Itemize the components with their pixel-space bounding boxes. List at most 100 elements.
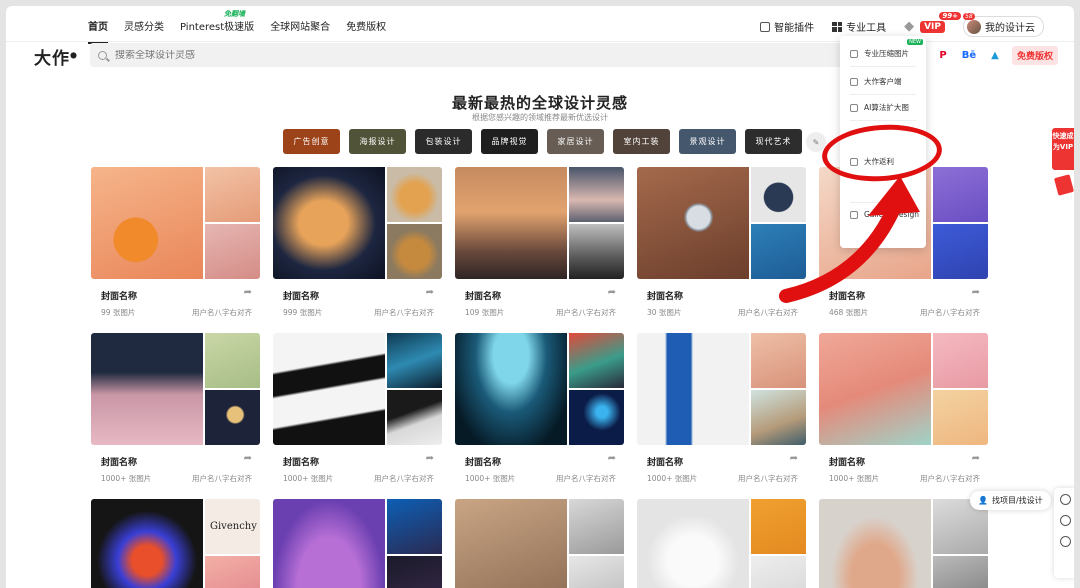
collection-card[interactable]: [455, 499, 624, 588]
logo[interactable]: 大作●: [34, 44, 78, 69]
card-thumbnails: [819, 499, 988, 588]
share-icon[interactable]: ➦: [426, 287, 434, 298]
collection-card[interactable]: [819, 499, 988, 588]
card-title: 封面名称: [647, 292, 684, 302]
share-icon[interactable]: ➦: [608, 453, 616, 464]
collection-card[interactable]: [637, 499, 806, 588]
card-title: 封面名称: [465, 292, 502, 302]
category-pill[interactable]: 品牌视觉: [481, 129, 538, 154]
collection-card[interactable]: 封面名称 ➦ 1000+ 张图片 用户名八字右对齐: [819, 333, 988, 483]
thumbnail-image: [751, 390, 806, 445]
collection-card[interactable]: 封面名称 ➦ 1000+ 张图片 用户名八字右对齐: [273, 333, 442, 483]
free-copyright-button[interactable]: 免费版权: [1012, 46, 1059, 65]
vip-button[interactable]: ◆ VIP 99+: [904, 11, 961, 34]
search-bar[interactable]: [90, 43, 850, 67]
artstation-icon[interactable]: ▲: [986, 48, 1004, 64]
card-thumbnails: Givenchy: [91, 499, 260, 588]
main-menu: 首页 灵感分类 Pinterest极速版 免翻墙 全球网站聚合 免费版权: [88, 10, 386, 44]
thumbnail-image: [91, 333, 203, 445]
quick-vip-button[interactable]: 快速成为VIP: [1052, 128, 1074, 170]
collection-card[interactable]: Givenchy: [91, 499, 260, 588]
card-title: 封面名称: [283, 458, 320, 468]
collection-card[interactable]: 封面名称 ➦ 999 张图片 用户名八字右对齐: [273, 167, 442, 317]
card-image-count: 30 张图片: [647, 308, 682, 317]
pro-tools-menu[interactable]: 专业工具: [832, 19, 886, 34]
user-search-icon[interactable]: [1059, 494, 1071, 505]
card-image-count: 468 张图片: [829, 308, 869, 317]
collection-card[interactable]: 封面名称 ➦ 1000+ 张图片 用户名八字右对齐: [637, 333, 806, 483]
nav-global-sites[interactable]: 全球网站聚合: [270, 18, 330, 33]
collection-card[interactable]: 封面名称 ➦ 1000+ 张图片 用户名八字右对齐: [91, 333, 260, 483]
category-pill[interactable]: 广告创意: [283, 129, 340, 154]
support-icon[interactable]: [1059, 515, 1071, 526]
nav-home[interactable]: 首页: [88, 18, 108, 44]
thumbnail-image: [387, 333, 442, 388]
card-thumbnails: [637, 333, 806, 445]
category-pill[interactable]: 室内工装: [613, 129, 670, 154]
category-pill[interactable]: 现代艺术: [745, 129, 802, 154]
behance-icon[interactable]: Bē: [960, 48, 978, 64]
search-icon: [98, 50, 107, 60]
share-icon[interactable]: ➦: [972, 287, 980, 298]
nav-pinterest[interactable]: Pinterest极速版 免翻墙: [180, 10, 255, 33]
thumbnail-image: [751, 499, 806, 554]
my-design-cloud-button[interactable]: 58 我的设计云: [963, 12, 1044, 37]
free-tag: 免翻墙: [224, 10, 245, 18]
card-username: 用户名八字右对齐: [374, 308, 434, 317]
my-design-label: 我的设计云: [985, 23, 1035, 34]
compass-icon[interactable]: [1059, 536, 1071, 547]
collection-card[interactable]: 封面名称 ➦ 1000+ 张图片 用户名八字右对齐: [455, 333, 624, 483]
card-username: 用户名八字右对齐: [920, 474, 980, 483]
card-username: 用户名八字右对齐: [192, 474, 252, 483]
thumbnail-image: [819, 333, 931, 445]
red-envelope-icon[interactable]: [1053, 174, 1074, 196]
menu-item-client[interactable]: 大作客户端: [850, 76, 902, 87]
category-pill[interactable]: 海报设计: [349, 129, 406, 154]
category-pill[interactable]: 包装设计: [415, 129, 472, 154]
thumbnail-image: [637, 499, 749, 588]
user-menu: 智能插件 专业工具 ◆ VIP 99+ 58 我的设计云: [760, 11, 1044, 37]
smart-plugin-link[interactable]: 智能插件: [760, 19, 814, 34]
share-icon[interactable]: ➦: [790, 453, 798, 464]
card-title: 封面名称: [101, 458, 138, 468]
card-image-count: 1000+ 张图片: [465, 474, 516, 483]
nav-inspiration-categories[interactable]: 灵感分类: [124, 18, 164, 33]
card-image-count: 1000+ 张图片: [101, 474, 152, 483]
thumbnail-image: [91, 167, 203, 279]
thumbnail-image: [387, 499, 442, 554]
menu-item-ai-upscale[interactable]: AI算法扩大图: [850, 102, 909, 113]
card-title: 封面名称: [465, 458, 502, 468]
card-title: 封面名称: [283, 292, 320, 302]
collection-card[interactable]: 封面名称 ➦ 109 张图片 用户名八字右对齐: [455, 167, 624, 317]
category-pill[interactable]: 景观设计: [679, 129, 736, 154]
nav-pinterest-label: Pinterest极速版: [180, 22, 255, 33]
vip-count-badge: 99+: [939, 11, 961, 20]
thumbnail-image: [273, 167, 385, 279]
card-thumbnails: [91, 167, 260, 279]
share-icon[interactable]: ➦: [608, 287, 616, 298]
share-icon[interactable]: ➦: [426, 453, 434, 464]
notification-count-badge: 58: [963, 12, 975, 20]
givenchy-text: Givenchy: [210, 521, 257, 532]
category-pill[interactable]: 家居设计: [547, 129, 604, 154]
monitor-icon: [850, 77, 858, 86]
nav-free-copyright[interactable]: 免费版权: [346, 18, 386, 33]
plugin-label: 智能插件: [774, 23, 815, 34]
avatar: 58: [963, 12, 981, 34]
thumbnail-image: [751, 333, 806, 388]
card-username: 用户名八字右对齐: [192, 308, 252, 317]
pro-tools-label: 专业工具: [846, 23, 887, 34]
expand-icon: [850, 103, 858, 112]
collection-card[interactable]: 封面名称 ➦ 99 张图片 用户名八字右对齐: [91, 167, 260, 317]
search-input[interactable]: [115, 49, 715, 61]
share-icon[interactable]: ➦: [244, 453, 252, 464]
pinterest-icon[interactable]: P: [934, 48, 952, 64]
share-icon[interactable]: ➦: [972, 453, 980, 464]
find-project-tooltip[interactable]: 👤 找项目/找设计: [970, 491, 1051, 510]
social-links: P Bē ▲ 免费版权: [934, 46, 1059, 65]
collection-card[interactable]: [273, 499, 442, 588]
thumbnail-image: [933, 167, 988, 222]
share-icon[interactable]: ➦: [244, 287, 252, 298]
menu-item-compress[interactable]: 专业压缩图片: [850, 48, 909, 59]
menu-divider: [850, 94, 916, 95]
